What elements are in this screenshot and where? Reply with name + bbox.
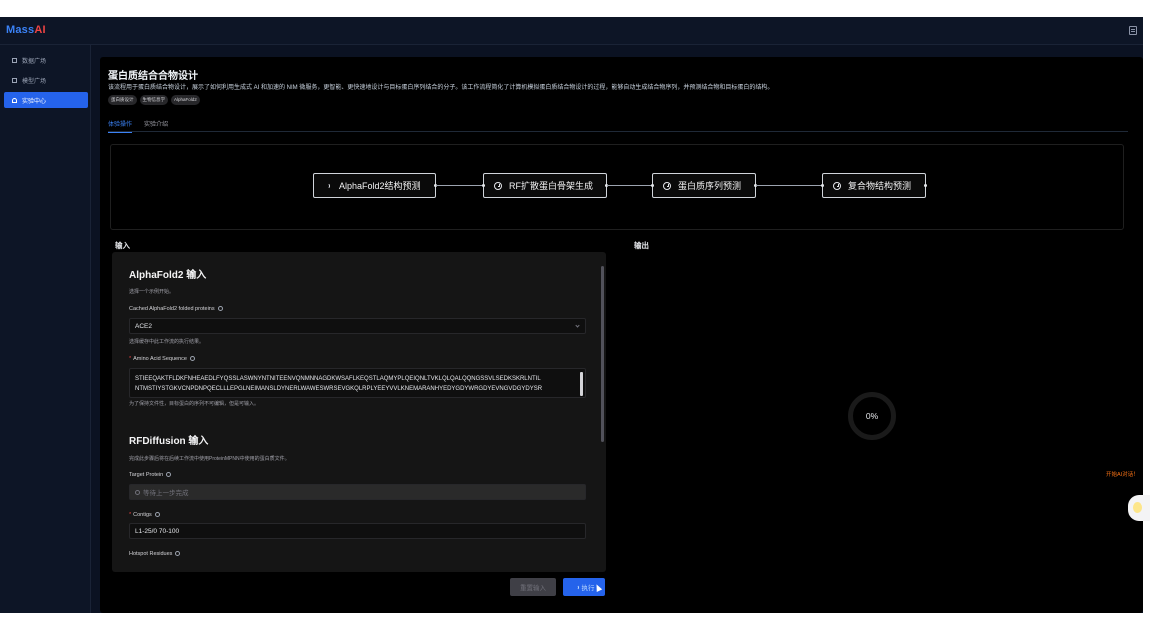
amino-acid-label: * Amino Acid Sequence <box>129 356 195 362</box>
target-protein-label: Target Protein <box>129 472 172 478</box>
workflow-canvas <box>110 144 1124 230</box>
ai-assistant-avatar[interactable] <box>1128 495 1150 521</box>
scrollbar[interactable] <box>580 372 583 396</box>
sidebar-item-label: 模型广场 <box>22 78 47 85</box>
node-label: RF扩散蛋白骨架生成 <box>509 181 593 191</box>
amino-acid-help: 为了保持文件性，目标蛋白的序列不可编辑，但是可输入。 <box>129 401 260 407</box>
target-protein-input[interactable]: 等待上一步完成 <box>129 484 586 500</box>
clock-icon <box>833 181 841 190</box>
connector-handle <box>821 184 824 187</box>
contigs-label: * Contigs <box>129 512 160 518</box>
cached-proteins-select[interactable]: ACE2 <box>129 318 586 334</box>
sidebar-item-label: 数据广场 <box>22 58 47 65</box>
alphafold-heading: AlphaFold2 输入 <box>129 270 207 281</box>
info-icon[interactable] <box>154 512 160 518</box>
workflow-edge <box>607 185 652 186</box>
input-scrollbar[interactable] <box>601 252 604 572</box>
amino-acid-textarea[interactable]: STIEEQAKTFLDKFNHEAEDLFYQSSLASWNYNTNITEEN… <box>129 368 586 398</box>
output-section-label: 输出 <box>634 241 649 250</box>
connector-handle <box>651 184 654 187</box>
scroll-thumb[interactable] <box>601 266 604 442</box>
clock-icon <box>494 181 502 190</box>
sidebar: 数据广场 模型广场 实验中心 <box>0 45 91 613</box>
tag: AlphaFold2 <box>171 95 200 105</box>
tag: 生物信息学 <box>139 95 168 105</box>
page-title: 蛋白质结合合物设计 <box>108 71 198 82</box>
node-label: AlphaFold2结构预测 <box>339 181 421 191</box>
sidebar-item-label: 实验中心 <box>22 98 47 105</box>
app-logo[interactable]: MassAI <box>6 24 46 36</box>
info-icon[interactable] <box>175 551 181 557</box>
chevron-down-icon <box>575 323 580 328</box>
workflow-edge <box>436 185 483 186</box>
clock-icon <box>663 181 671 190</box>
workflow-node-complex[interactable]: 复合物结构预测 <box>821 173 927 198</box>
connector-handle <box>924 184 927 187</box>
workflow-node-alphafold2[interactable]: AlphaFold2结构预测 <box>313 173 437 198</box>
cached-proteins-help: 选择缓存中此工作流的执行结果。 <box>129 339 205 345</box>
loading-icon <box>324 182 330 189</box>
clock-icon <box>135 489 140 495</box>
ai-chat-label[interactable]: 开始AI对话！ <box>1106 470 1139 478</box>
loading-icon <box>574 584 579 590</box>
input-panel: AlphaFold2 输入 选择一个示例开始。 Cached AlphaFold… <box>112 252 606 572</box>
sidebar-item-experiment-center[interactable]: 实验中心 <box>4 92 88 108</box>
rfdiffusion-hint: 完成此步骤后将在后续工作流中使用ProteinMPNN中使用的蛋白质文件。 <box>129 456 290 462</box>
info-icon[interactable] <box>217 306 223 312</box>
database-icon <box>12 57 17 63</box>
alphafold-hint: 选择一个示例开始。 <box>129 289 175 295</box>
app-window: MassAI 数据广场 模型广场 实验中心 蛋白质结合合物设计 该流程用于蛋白质… <box>0 17 1143 613</box>
connector-handle <box>482 184 485 187</box>
node-label: 蛋白质序列预测 <box>678 181 742 191</box>
contigs-input[interactable]: L1-25/0 70-100 <box>129 523 586 539</box>
tab-divider <box>108 131 1128 132</box>
node-label: 复合物结构预测 <box>848 181 912 191</box>
top-bar: MassAI <box>0 17 1143 45</box>
menu-icon[interactable] <box>1129 26 1137 35</box>
page-description: 该流程用于蛋白质结合物设计，展示了如何利用生成式 AI 和加速的 NIM 微服务… <box>108 85 774 91</box>
tag-list: 蛋白质设计 生物信息学 AlphaFold2 <box>108 95 200 105</box>
main-panel: 蛋白质结合合物设计 该流程用于蛋白质结合物设计，展示了如何利用生成式 AI 和加… <box>100 57 1143 613</box>
grid-icon <box>12 77 17 83</box>
reset-button[interactable]: 重置输入 <box>510 578 556 596</box>
home-icon <box>12 97 17 103</box>
info-icon[interactable] <box>166 472 172 478</box>
sidebar-item-data-plaza[interactable]: 数据广场 <box>4 52 88 68</box>
sidebar-item-model-plaza[interactable]: 模型广场 <box>4 72 88 88</box>
tag: 蛋白质设计 <box>108 95 137 105</box>
workflow-node-rfdiffusion[interactable]: RF扩散蛋白骨架生成 <box>482 173 608 198</box>
rfdiffusion-heading: RFDiffusion 输入 <box>129 436 209 447</box>
input-section-label: 输入 <box>115 241 130 250</box>
progress-ring: 0% <box>848 392 896 440</box>
info-icon[interactable] <box>189 356 195 362</box>
hotspot-label: Hotspot Residues <box>129 551 181 557</box>
cached-proteins-label: Cached AlphaFold2 folded proteins <box>129 306 223 312</box>
workflow-node-sequence[interactable]: 蛋白质序列预测 <box>651 173 757 198</box>
workflow-edge <box>756 185 822 186</box>
progress-text: 0% <box>865 411 879 421</box>
